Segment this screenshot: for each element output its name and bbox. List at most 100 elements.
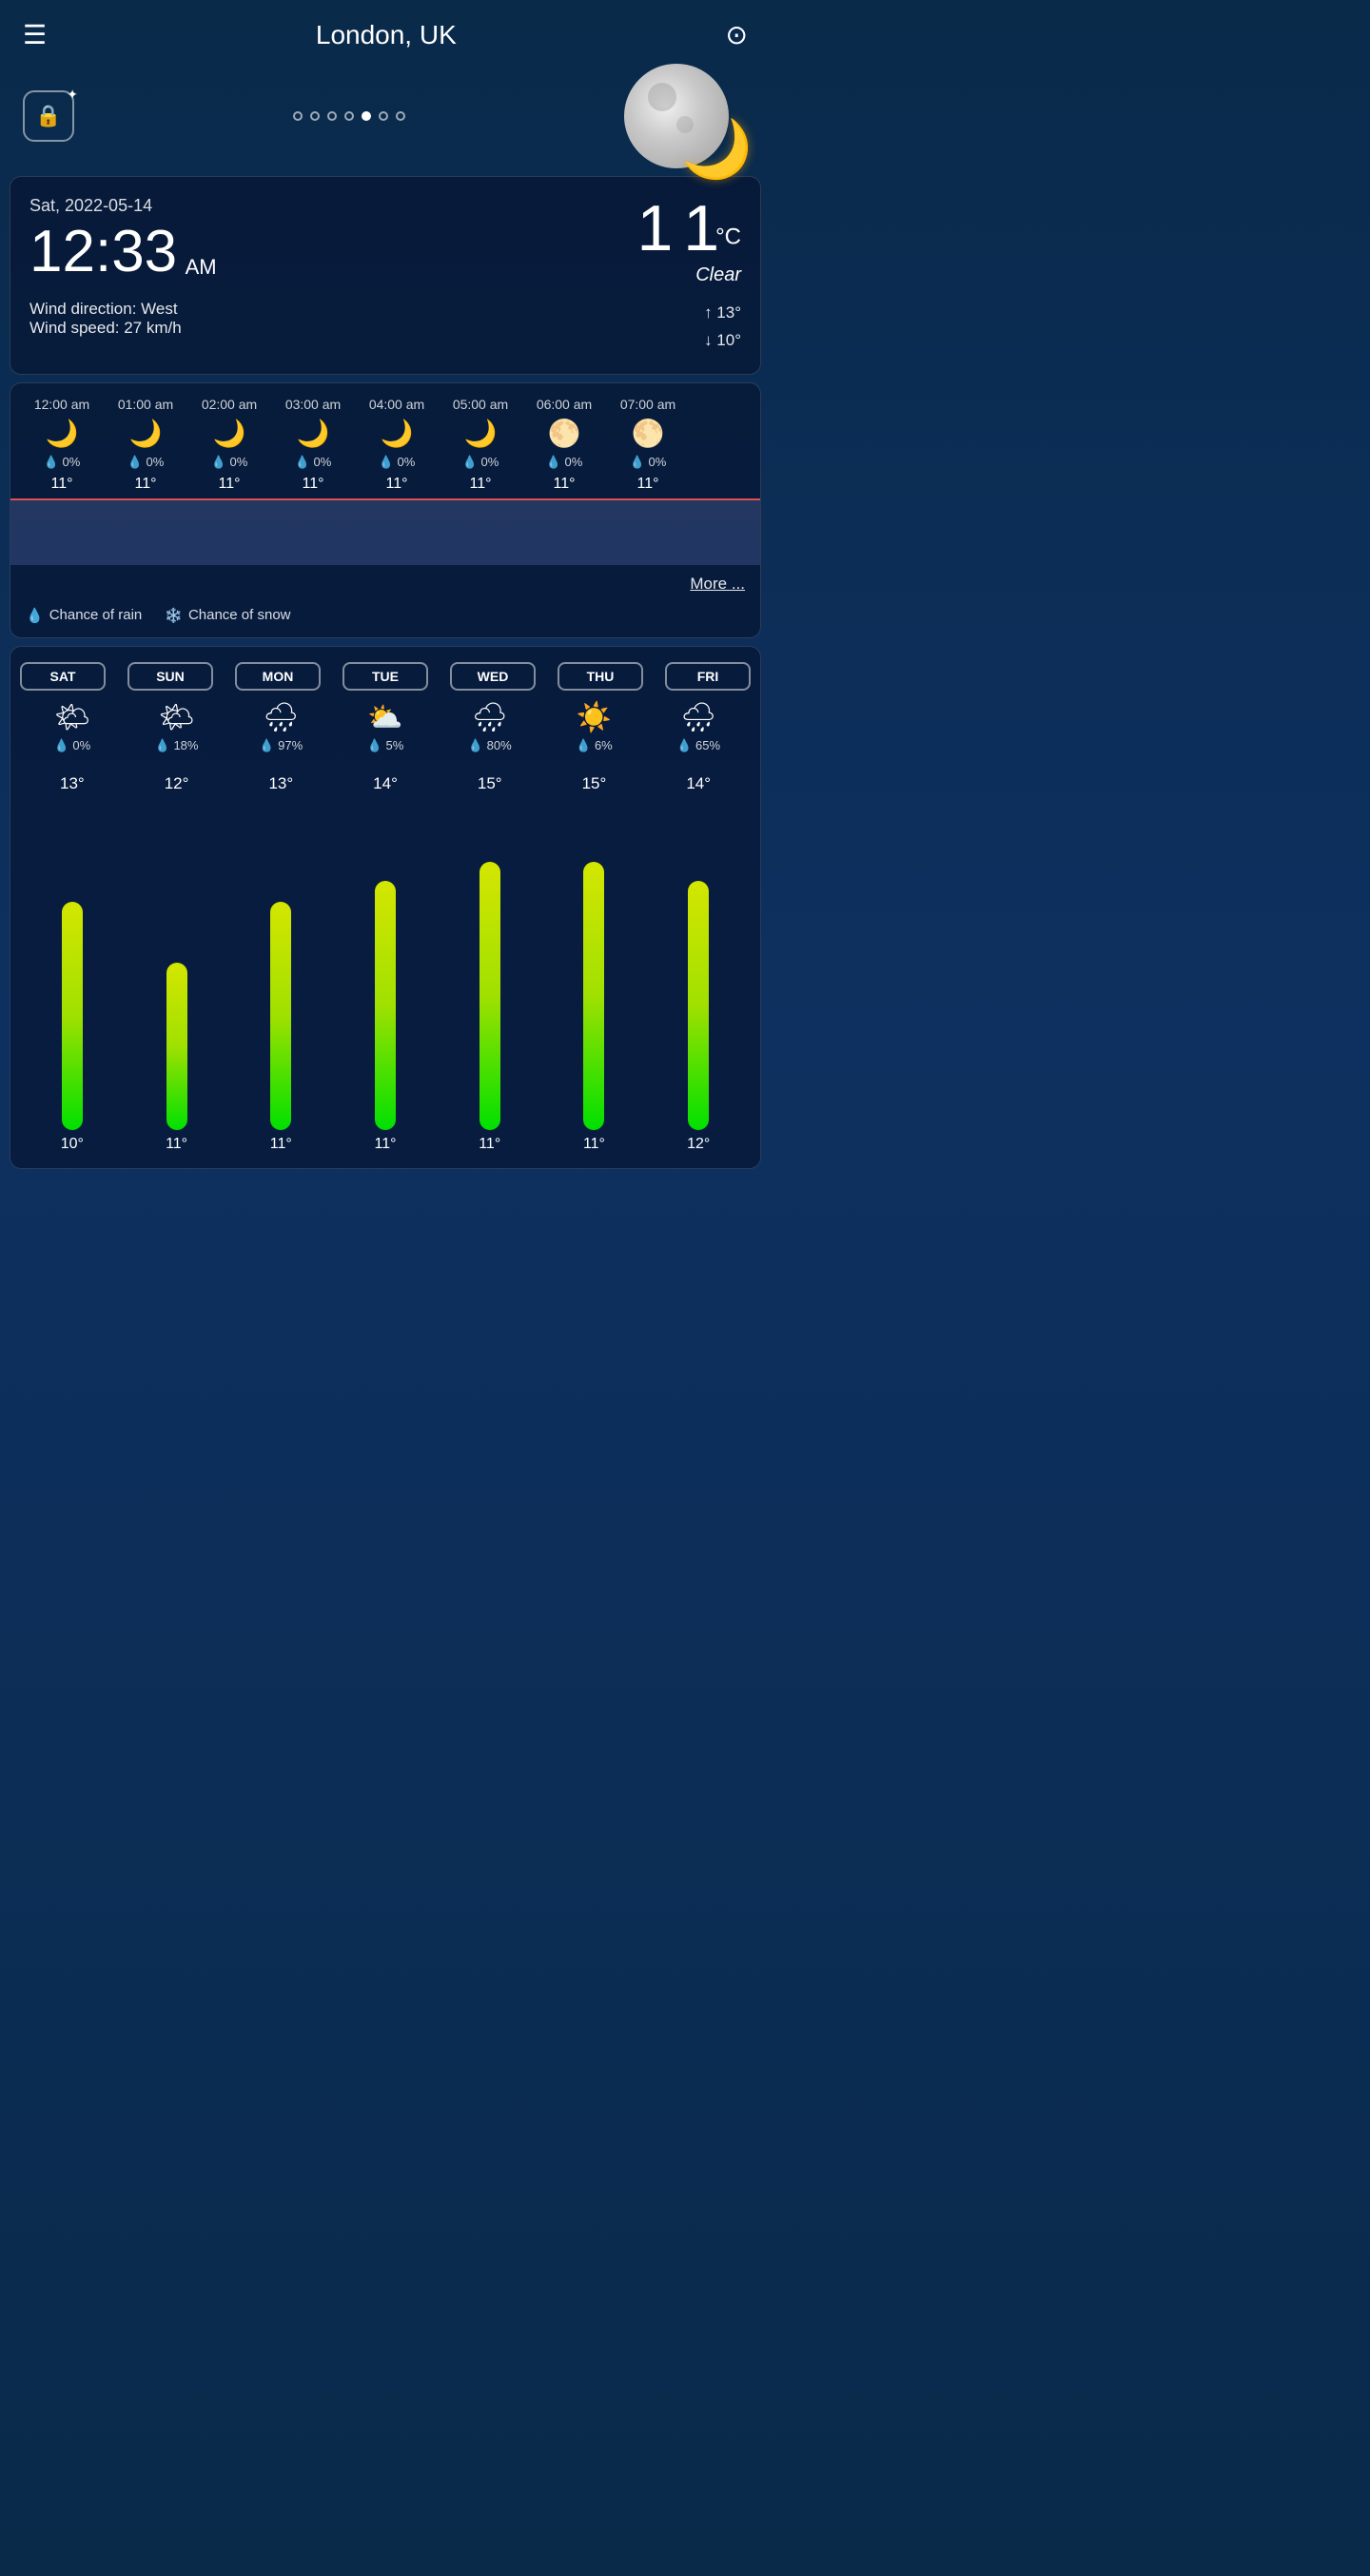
hour-weather-icon: 🌕	[548, 418, 581, 449]
page-dot[interactable]	[293, 111, 303, 121]
crescent-icon: 🌙	[681, 121, 753, 178]
bar-fill	[62, 902, 83, 1130]
hour-col: 01:00 am 🌙 💧 0% 11°	[104, 397, 187, 498]
hour-rain: 💧 0%	[379, 455, 416, 470]
low-temp: ↓ 10°	[704, 327, 741, 355]
ai-badge[interactable]: 🔒 ✦	[23, 90, 74, 142]
lock-icon: 🔒	[35, 104, 61, 128]
rain-legend-icon: 💧	[26, 607, 44, 624]
hour-rain: 💧 0%	[127, 455, 165, 470]
bar-low-temp: 11°	[270, 1136, 292, 1153]
bar-col: 15° 11°	[438, 763, 542, 1153]
hour-rain: 💧 0%	[44, 455, 81, 470]
bar-high-temp: 15°	[478, 774, 502, 793]
page-dot[interactable]	[327, 111, 337, 121]
day-weather-icon: 🌤	[159, 704, 195, 732]
bar-col: 13° 10°	[20, 763, 125, 1153]
time-block: 12:33 AM	[29, 220, 217, 284]
day-tab[interactable]: FRI	[665, 662, 751, 691]
hour-col: 04:00 am 🌙 💧 0% 11°	[355, 397, 439, 498]
bar-area: 13° 10° 12° 11° 13° 11° 14° 11° 15° 11° …	[20, 753, 751, 1153]
temp-graph	[10, 498, 760, 565]
hour-temp: 11°	[385, 476, 407, 493]
bar-fill	[375, 881, 396, 1130]
bar-fill	[688, 881, 709, 1130]
time-display: 12:33	[29, 219, 177, 284]
wind-info: Wind direction: West Wind speed: 27 km/h	[29, 300, 182, 355]
wind-direction: Wind direction: West	[29, 300, 182, 319]
day-rain-pct: 💧 65%	[676, 738, 720, 753]
day-tab[interactable]: SUN	[127, 662, 213, 691]
day-rain-pct: 💧 5%	[367, 738, 404, 753]
day-tab[interactable]: THU	[558, 662, 643, 691]
hour-temp: 11°	[218, 476, 240, 493]
hour-rain: 💧 0%	[462, 455, 499, 470]
more-row[interactable]: More ...	[10, 565, 760, 603]
page-dot[interactable]	[396, 111, 405, 121]
hour-label: 02:00 am	[202, 397, 257, 412]
weekly-day-col: 🌧 💧 65%	[646, 704, 751, 753]
hour-label: 01:00 am	[118, 397, 173, 412]
hour-temp: 11°	[302, 476, 323, 493]
temp-condition: 1 1°C Clear	[637, 196, 741, 286]
day-weather-icon: 🌧	[680, 704, 716, 732]
bar-high-temp: 14°	[373, 774, 398, 793]
legend-row: 💧 Chance of rain ❄️ Chance of snow	[10, 603, 760, 637]
weekly-day-col: 🌧 💧 97%	[228, 704, 333, 753]
hour-temp: 11°	[636, 476, 658, 493]
date-label: Sat, 2022-05-14	[29, 196, 217, 216]
bar-low-temp: 11°	[583, 1136, 605, 1153]
hour-label: 04:00 am	[369, 397, 424, 412]
page-dot[interactable]	[379, 111, 388, 121]
day-weather-icon: ☀️	[577, 704, 612, 732]
day-rain-pct: 💧 18%	[155, 738, 199, 753]
snow-legend: ❄️ Chance of snow	[165, 607, 290, 624]
hour-col: 12:00 am 🌙 💧 0% 11°	[20, 397, 104, 498]
hour-col: 07:00 am 🌕 💧 0% 11°	[606, 397, 690, 498]
location-icon[interactable]: ⊙	[726, 19, 748, 50]
bar-wrapper	[375, 797, 396, 1130]
day-tab[interactable]: SAT	[20, 662, 106, 691]
page-dot[interactable]	[344, 111, 354, 121]
hour-weather-icon: 🌙	[297, 418, 330, 449]
temp-unit: °C	[715, 224, 741, 250]
bar-wrapper	[583, 797, 604, 1130]
weekly-day-col: 🌤 💧 0%	[20, 704, 125, 753]
more-link[interactable]: More ...	[690, 575, 745, 593]
wind-speed: Wind speed: 27 km/h	[29, 319, 182, 338]
page-dot[interactable]	[310, 111, 320, 121]
day-rain-pct: 💧 6%	[576, 738, 613, 753]
bar-col: 14° 11°	[333, 763, 438, 1153]
hour-rain: 💧 0%	[295, 455, 332, 470]
hour-weather-icon: 🌙	[213, 418, 246, 449]
bar-high-temp: 13°	[60, 774, 85, 793]
bar-fill	[583, 862, 604, 1130]
day-tab[interactable]: TUE	[342, 662, 428, 691]
weekly-day-col: 🌧 💧 80%	[438, 704, 542, 753]
temp-value: 1 1	[637, 192, 716, 264]
snow-legend-label: Chance of snow	[188, 607, 291, 623]
hour-weather-icon: 🌙	[46, 418, 79, 449]
hi-lo: ↑ 13° ↓ 10°	[704, 300, 741, 355]
day-tab[interactable]: WED	[450, 662, 536, 691]
date-time-block: Sat, 2022-05-14 12:33 AM	[29, 196, 217, 284]
hourly-scroll[interactable]: 12:00 am 🌙 💧 0% 11° 01:00 am 🌙 💧 0% 11° …	[10, 383, 760, 498]
hour-weather-icon: 🌕	[632, 418, 665, 449]
weather-card: Sat, 2022-05-14 12:33 AM 1 1°C Clear Win…	[10, 176, 761, 375]
hour-temp: 11°	[469, 476, 491, 493]
page-dot[interactable]	[362, 111, 371, 121]
bar-low-temp: 12°	[687, 1136, 710, 1153]
wind-row: Wind direction: West Wind speed: 27 km/h…	[29, 300, 741, 355]
hour-rain: 💧 0%	[211, 455, 248, 470]
bar-col: 13° 11°	[228, 763, 333, 1153]
bar-fill	[480, 862, 500, 1130]
menu-icon[interactable]: ☰	[23, 19, 47, 50]
bar-wrapper	[480, 797, 500, 1130]
city-title: London, UK	[316, 20, 457, 50]
day-weather-icon: ⛅	[367, 704, 402, 732]
day-tab[interactable]: MON	[235, 662, 321, 691]
day-rain-pct: 💧 80%	[468, 738, 512, 753]
weekly-section: SAT SUN MON TUE WED THU FRI 🌤 💧 0% 🌤 💧 18% 🌧 💧…	[10, 646, 761, 1169]
weekly-day-col: ⛅ 💧 5%	[333, 704, 438, 753]
moon-image: 🌙	[624, 64, 748, 168]
